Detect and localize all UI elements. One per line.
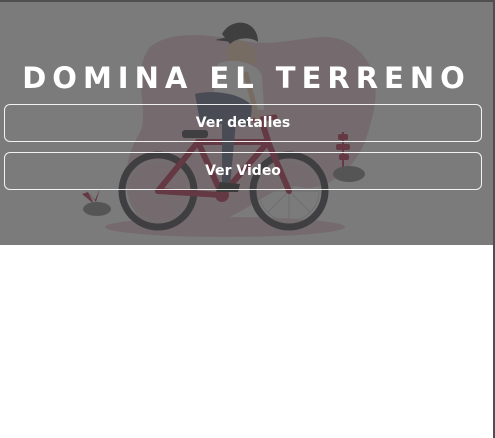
- page-viewport: DOMINA EL TERRENO Ver detalles Ver Video: [0, 0, 495, 438]
- view-details-button[interactable]: Ver detalles: [4, 104, 482, 142]
- hero-banner: DOMINA EL TERRENO Ver detalles Ver Video: [0, 2, 493, 245]
- hero-title: DOMINA EL TERRENO: [22, 61, 471, 95]
- view-video-button[interactable]: Ver Video: [4, 152, 482, 190]
